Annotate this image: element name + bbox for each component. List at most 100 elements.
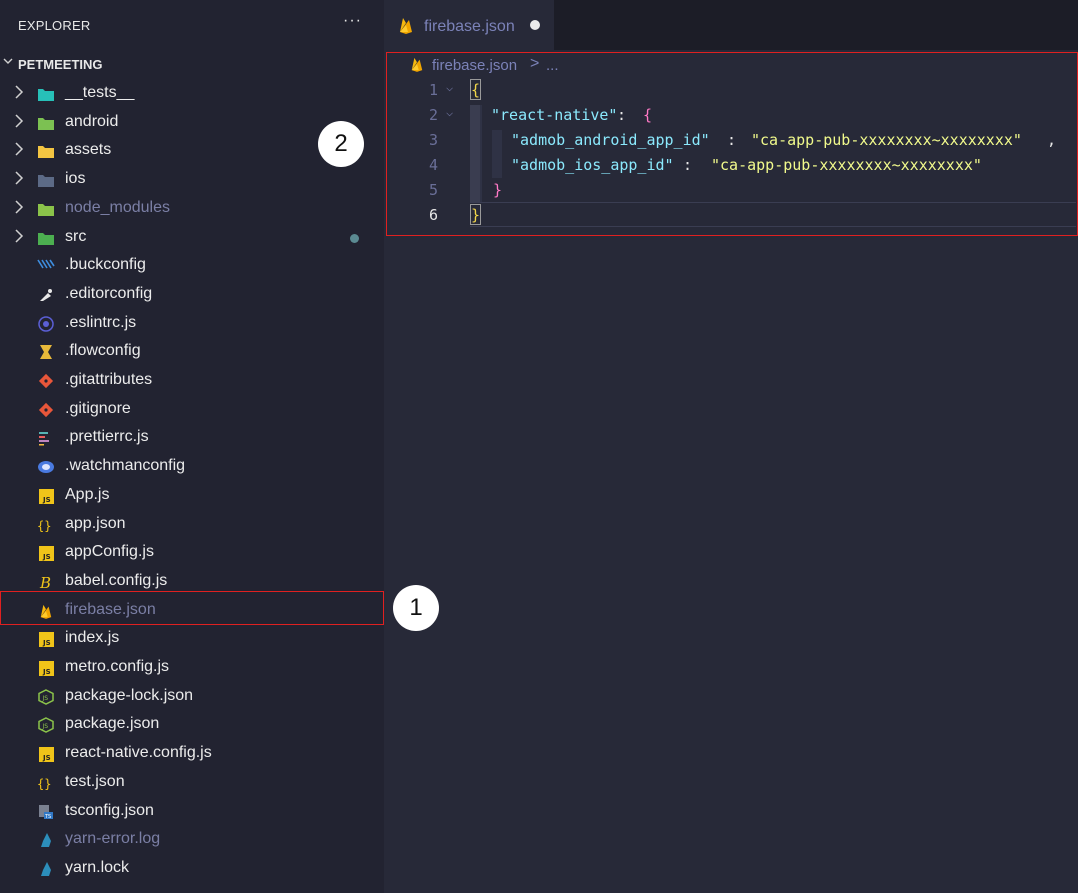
project-root[interactable]: PETMEETING	[0, 52, 384, 76]
file-name: yarn.lock	[65, 859, 130, 876]
highlight-box-code	[386, 52, 1078, 236]
node-modules-folder-icon	[37, 200, 55, 218]
js-icon: JS	[37, 630, 55, 648]
file-name: yarn-error.log	[65, 830, 161, 847]
file-name: __tests__	[65, 84, 135, 101]
yarn-icon	[37, 860, 55, 878]
svg-text:{}: {}	[37, 519, 51, 533]
file-row[interactable]: .gitattributes	[0, 367, 384, 395]
firebase-icon	[398, 16, 414, 39]
svg-text:{}: {}	[37, 777, 51, 791]
file-name: app.json	[65, 515, 126, 532]
tab-bar: firebase.json	[384, 0, 1078, 50]
file-name: .gitattributes	[65, 371, 153, 388]
folder-row[interactable]: node_modules	[0, 195, 384, 223]
file-row[interactable]: .editorconfig	[0, 281, 384, 309]
file-row[interactable]: JS index.js	[0, 625, 384, 653]
svg-text:JS: JS	[42, 695, 49, 702]
json-icon: {}	[37, 516, 55, 534]
file-name: react-native.config.js	[65, 744, 212, 761]
file-name: appConfig.js	[65, 543, 154, 560]
babel-icon: B	[37, 573, 55, 591]
file-row[interactable]: JS react-native.config.js	[0, 740, 384, 768]
eslint-icon	[37, 315, 55, 333]
git-icon	[37, 401, 55, 419]
git-icon	[37, 372, 55, 390]
file-name: .gitignore	[65, 400, 131, 417]
file-row[interactable]: JS metro.config.js	[0, 654, 384, 682]
js-icon: JS	[37, 745, 55, 763]
file-row[interactable]: .prettierrc.js	[0, 424, 384, 452]
watchman-icon	[37, 458, 55, 476]
file-row[interactable]: JS package.json	[0, 711, 384, 739]
file-name: src	[65, 228, 87, 245]
file-name: ios	[65, 170, 86, 187]
folder-row[interactable]: ios	[0, 166, 384, 194]
file-row[interactable]: {} test.json	[0, 769, 384, 797]
ios-folder-icon	[37, 171, 55, 189]
file-name: test.json	[65, 773, 125, 790]
chevron-down-icon[interactable]	[3, 56, 13, 69]
file-name: assets	[65, 141, 112, 158]
file-row[interactable]: TS tsconfig.json	[0, 798, 384, 826]
file-name: .buckconfig	[65, 256, 146, 273]
file-row[interactable]: yarn.lock	[0, 855, 384, 883]
js-icon: JS	[37, 659, 55, 677]
svg-text:JS: JS	[42, 754, 51, 762]
file-name: .eslintrc.js	[65, 314, 137, 331]
file-name: .flowconfig	[65, 342, 141, 359]
file-row[interactable]: JS App.js	[0, 482, 384, 510]
file-row[interactable]: .flowconfig	[0, 338, 384, 366]
more-actions-icon[interactable]: ···	[343, 12, 362, 30]
file-name: .editorconfig	[65, 285, 153, 302]
file-name: .prettierrc.js	[65, 428, 149, 445]
chevron-right-icon[interactable]	[14, 113, 28, 131]
chevron-right-icon[interactable]	[14, 170, 28, 188]
svg-text:JS: JS	[42, 496, 51, 504]
android-folder-icon	[37, 114, 55, 132]
file-row[interactable]: .watchmanconfig	[0, 453, 384, 481]
src-folder-icon	[37, 229, 55, 247]
file-name: package.json	[65, 715, 160, 732]
file-row[interactable]: yarn-error.log	[0, 826, 384, 854]
explorer-title: EXPLORER	[18, 18, 91, 33]
folder-row[interactable]: src	[0, 224, 384, 252]
assets-folder-icon	[37, 142, 55, 160]
file-row[interactable]: .gitignore	[0, 396, 384, 424]
folder-row[interactable]: __tests__	[0, 80, 384, 108]
file-row[interactable]: .eslintrc.js	[0, 310, 384, 338]
chevron-right-icon[interactable]	[14, 141, 28, 159]
tab-firebase-json[interactable]: firebase.json	[384, 0, 554, 50]
callout-2: 2	[318, 121, 364, 167]
svg-text:JS: JS	[42, 639, 51, 647]
json-icon: {}	[37, 774, 55, 792]
chevron-right-icon[interactable]	[14, 228, 28, 246]
unsaved-dot-icon[interactable]	[530, 20, 540, 30]
project-name: PETMEETING	[18, 57, 103, 72]
file-row[interactable]: .buckconfig	[0, 252, 384, 280]
chevron-right-icon[interactable]	[14, 199, 28, 217]
chevron-right-icon[interactable]	[14, 84, 28, 102]
js-icon: JS	[37, 544, 55, 562]
buck-icon	[37, 257, 55, 275]
file-name: App.js	[65, 486, 110, 503]
tests-folder-icon	[37, 85, 55, 103]
file-row[interactable]: JS appConfig.js	[0, 539, 384, 567]
callout-1: 1	[393, 585, 439, 631]
file-name: babel.config.js	[65, 572, 168, 589]
file-row[interactable]: {} app.json	[0, 511, 384, 539]
npm-icon: JS	[37, 716, 55, 734]
file-name: .watchmanconfig	[65, 457, 186, 474]
file-name: package-lock.json	[65, 687, 194, 704]
file-name: tsconfig.json	[65, 802, 154, 819]
prettier-icon	[37, 429, 55, 447]
svg-text:TS: TS	[44, 814, 51, 820]
js-icon: JS	[37, 487, 55, 505]
npm-icon: JS	[37, 688, 55, 706]
svg-text:JS: JS	[42, 723, 49, 730]
file-row[interactable]: JS package-lock.json	[0, 683, 384, 711]
file-name: metro.config.js	[65, 658, 170, 675]
file-name: node_modules	[65, 199, 170, 216]
file-name: android	[65, 113, 119, 130]
editorconfig-icon	[37, 286, 55, 304]
